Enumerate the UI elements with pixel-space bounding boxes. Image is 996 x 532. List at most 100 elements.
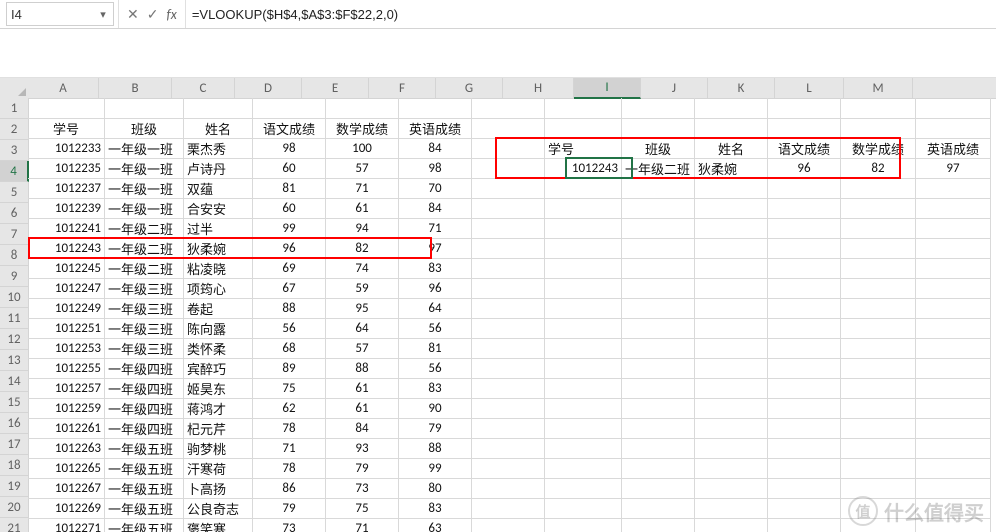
cell[interactable] [545, 218, 622, 239]
cell[interactable]: 75 [326, 498, 399, 519]
row-header-4[interactable]: 4 [0, 161, 29, 182]
cell[interactable]: 1012237 [28, 178, 105, 199]
cell[interactable] [622, 358, 695, 379]
cell[interactable]: 93 [326, 438, 399, 459]
cell[interactable]: 一年级五班 [105, 438, 184, 459]
cell[interactable] [105, 98, 184, 119]
cell[interactable] [695, 318, 768, 339]
cell[interactable]: 1012249 [28, 298, 105, 319]
row-header-17[interactable]: 17 [0, 434, 28, 455]
cell[interactable] [622, 478, 695, 499]
cancel-icon[interactable]: ✕ [127, 6, 139, 23]
cell[interactable]: 71 [253, 438, 326, 459]
col-header-J[interactable]: J [641, 78, 708, 98]
cell[interactable] [916, 118, 991, 139]
cell[interactable] [472, 338, 545, 359]
cell[interactable]: 汗寒荷 [184, 458, 253, 479]
cell[interactable] [472, 378, 545, 399]
cell[interactable]: 74 [326, 258, 399, 279]
row-header-11[interactable]: 11 [0, 308, 28, 329]
cell[interactable]: 64 [326, 318, 399, 339]
cell[interactable] [545, 318, 622, 339]
row-header-20[interactable]: 20 [0, 497, 28, 518]
row-header-7[interactable]: 7 [0, 224, 28, 245]
cell[interactable]: 一年级三班 [105, 338, 184, 359]
cell[interactable]: 卜高扬 [184, 478, 253, 499]
cell[interactable]: 98 [253, 138, 326, 159]
cell[interactable] [622, 378, 695, 399]
cell[interactable] [695, 118, 768, 139]
cell[interactable] [841, 418, 916, 439]
cell[interactable] [472, 278, 545, 299]
cell[interactable] [841, 178, 916, 199]
cell[interactable] [841, 338, 916, 359]
cell[interactable] [916, 98, 991, 119]
cell[interactable] [916, 338, 991, 359]
cell[interactable]: 英语成绩 [399, 118, 472, 139]
row-header-5[interactable]: 5 [0, 182, 28, 203]
cell[interactable] [916, 398, 991, 419]
cell[interactable]: 杞元芹 [184, 418, 253, 439]
cell[interactable] [695, 358, 768, 379]
cell[interactable]: 67 [253, 278, 326, 299]
cell[interactable]: 59 [326, 278, 399, 299]
cell[interactable] [545, 518, 622, 532]
row-header-19[interactable]: 19 [0, 476, 28, 497]
cell[interactable]: 狄柔婉 [695, 158, 768, 179]
col-header-I[interactable]: I [574, 78, 641, 99]
cell[interactable]: 合安安 [184, 198, 253, 219]
cell[interactable]: 73 [326, 478, 399, 499]
cell[interactable]: 56 [253, 318, 326, 339]
cell[interactable] [545, 378, 622, 399]
cell[interactable]: 80 [399, 478, 472, 499]
cell[interactable] [768, 258, 841, 279]
cell[interactable]: 一年级一班 [105, 198, 184, 219]
cell[interactable]: 99 [253, 218, 326, 239]
cell[interactable] [841, 378, 916, 399]
cell[interactable]: 96 [399, 278, 472, 299]
cell[interactable]: 蒋鸿才 [184, 398, 253, 419]
cell[interactable]: 姬昊东 [184, 378, 253, 399]
cell[interactable]: 60 [253, 198, 326, 219]
cell[interactable]: 88 [399, 438, 472, 459]
cell[interactable]: 1012255 [28, 358, 105, 379]
cell[interactable] [768, 118, 841, 139]
cell[interactable] [253, 98, 326, 119]
cell[interactable] [472, 218, 545, 239]
cell[interactable] [622, 418, 695, 439]
cell[interactable] [545, 178, 622, 199]
name-box-dropdown-icon[interactable]: ▾ [93, 8, 113, 21]
cell[interactable] [545, 458, 622, 479]
cell[interactable] [695, 178, 768, 199]
cell[interactable] [916, 458, 991, 479]
cell[interactable]: 86 [253, 478, 326, 499]
cell[interactable] [695, 518, 768, 532]
cell[interactable] [472, 398, 545, 419]
cell[interactable] [768, 358, 841, 379]
cell[interactable] [545, 198, 622, 219]
fx-icon[interactable]: fx [166, 6, 176, 23]
cell[interactable] [472, 238, 545, 259]
cell[interactable]: 数学成绩 [326, 118, 399, 139]
cell[interactable] [768, 458, 841, 479]
select-all-corner[interactable] [0, 78, 29, 99]
row-header-18[interactable]: 18 [0, 455, 28, 476]
row-header-12[interactable]: 12 [0, 329, 28, 350]
cell[interactable]: 71 [326, 518, 399, 532]
cell[interactable]: 99 [399, 458, 472, 479]
cell[interactable]: 70 [399, 178, 472, 199]
cell[interactable] [916, 278, 991, 299]
cell[interactable] [695, 438, 768, 459]
cell[interactable] [916, 378, 991, 399]
cell[interactable]: 项筠心 [184, 278, 253, 299]
cell[interactable]: 83 [399, 378, 472, 399]
cell[interactable] [622, 198, 695, 219]
cell[interactable]: 数学成绩 [841, 138, 916, 159]
cell[interactable]: 一年级四班 [105, 378, 184, 399]
cell[interactable] [472, 178, 545, 199]
cell[interactable]: 卷起 [184, 298, 253, 319]
col-header-E[interactable]: E [302, 78, 369, 98]
cell[interactable] [916, 418, 991, 439]
cell[interactable]: 一年级四班 [105, 358, 184, 379]
cell[interactable]: 97 [916, 158, 991, 179]
